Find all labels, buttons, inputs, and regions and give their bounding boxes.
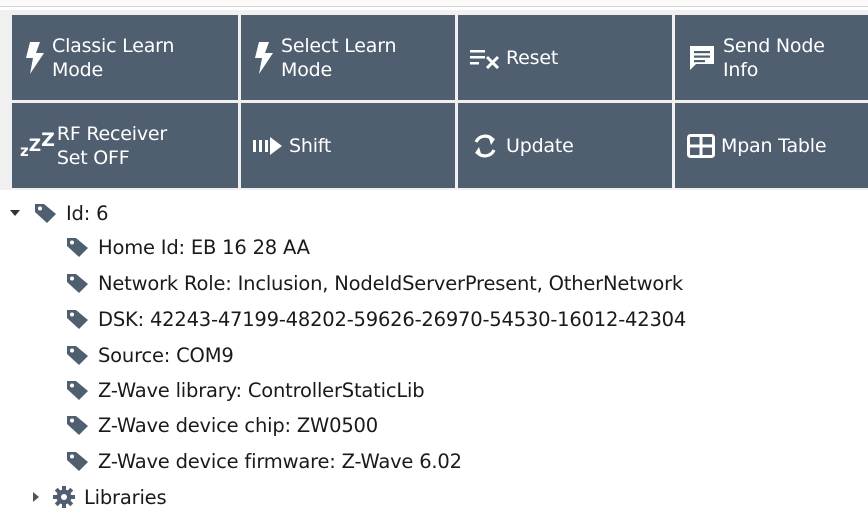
shift-arrow-icon	[253, 136, 283, 155]
sleep-zzz-icon: zZZ	[20, 128, 55, 160]
reset-label: Reset	[506, 46, 559, 69]
tree-node-libraries-label: Libraries	[84, 485, 167, 509]
tree-item-network-role[interactable]: Network Role: Inclusion, NodeIdServerPre…	[66, 266, 683, 300]
tag-icon	[66, 450, 90, 472]
tree-item-label: Home Id: EB 16 28 AA	[98, 235, 310, 259]
tree-item-label: Z-Wave device firmware: Z-Wave 6.02	[98, 449, 462, 473]
update-label: Update	[506, 134, 574, 157]
update-button[interactable]: Update	[458, 103, 672, 188]
tree-node-id-label: Id: 6	[66, 201, 109, 225]
gear-icon	[52, 485, 76, 509]
send-node-info-button[interactable]: Send Node Info	[675, 15, 868, 100]
lightning-icon	[253, 41, 275, 75]
shift-button[interactable]: Shift	[241, 103, 455, 188]
send-node-info-label: Send Node Info	[723, 34, 825, 81]
lightning-icon	[24, 41, 46, 75]
tag-icon	[66, 414, 90, 436]
toolbar: Classic Learn Mode Select Learn Mode Res…	[0, 10, 868, 190]
tree-item-dsk[interactable]: DSK: 42243-47199-48202-59626-26970-54530…	[66, 302, 686, 336]
tag-icon	[66, 272, 90, 294]
tree-item-label: DSK: 42243-47199-48202-59626-26970-54530…	[98, 307, 687, 331]
message-icon	[687, 43, 717, 73]
tree-item-label: Source: COM9	[98, 343, 234, 367]
rf-receiver-set-off-button[interactable]: zZZ RF Receiver Set OFF	[12, 103, 238, 188]
expand-arrow-icon[interactable]	[6, 208, 24, 218]
zzz-glyph: zZZ	[20, 128, 55, 160]
select-learn-mode-button[interactable]: Select Learn Mode	[241, 15, 455, 100]
clear-format-icon	[470, 47, 500, 69]
classic-learn-mode-button[interactable]: Classic Learn Mode	[12, 15, 238, 100]
tag-icon	[66, 344, 90, 366]
tree-node-libraries[interactable]: Libraries	[30, 480, 167, 514]
classic-learn-mode-label: Classic Learn Mode	[52, 34, 175, 81]
reset-button[interactable]: Reset	[458, 15, 672, 100]
tree-item-zwave-chip[interactable]: Z-Wave device chip: ZW0500	[66, 408, 378, 442]
refresh-icon	[470, 131, 500, 161]
mpan-table-button[interactable]: Mpan Table	[675, 103, 868, 188]
tree-item-home-id[interactable]: Home Id: EB 16 28 AA	[66, 230, 310, 264]
tree-item-zwave-library[interactable]: Z-Wave library: ControllerStaticLib	[66, 373, 425, 407]
tree-item-label: Network Role: Inclusion, NodeIdServerPre…	[98, 271, 683, 295]
tag-icon	[66, 308, 90, 330]
tree-item-label: Z-Wave device chip: ZW0500	[98, 413, 378, 437]
mpan-table-label: Mpan Table	[721, 134, 827, 157]
tag-icon	[66, 236, 90, 258]
tree-item-zwave-firmware[interactable]: Z-Wave device firmware: Z-Wave 6.02	[66, 444, 462, 478]
tag-icon	[66, 379, 90, 401]
tree-item-label: Z-Wave library: ControllerStaticLib	[98, 378, 425, 402]
collapse-arrow-icon[interactable]	[30, 491, 42, 503]
rf-receiver-set-off-label: RF Receiver Set OFF	[56, 122, 168, 169]
shift-label: Shift	[289, 134, 332, 157]
tag-icon	[34, 202, 58, 224]
table-icon	[687, 133, 715, 158]
tree-item-source[interactable]: Source: COM9	[66, 338, 234, 372]
select-learn-mode-label: Select Learn Mode	[281, 34, 397, 81]
tree-node-id[interactable]: Id: 6	[6, 196, 109, 230]
top-border	[0, 0, 868, 7]
